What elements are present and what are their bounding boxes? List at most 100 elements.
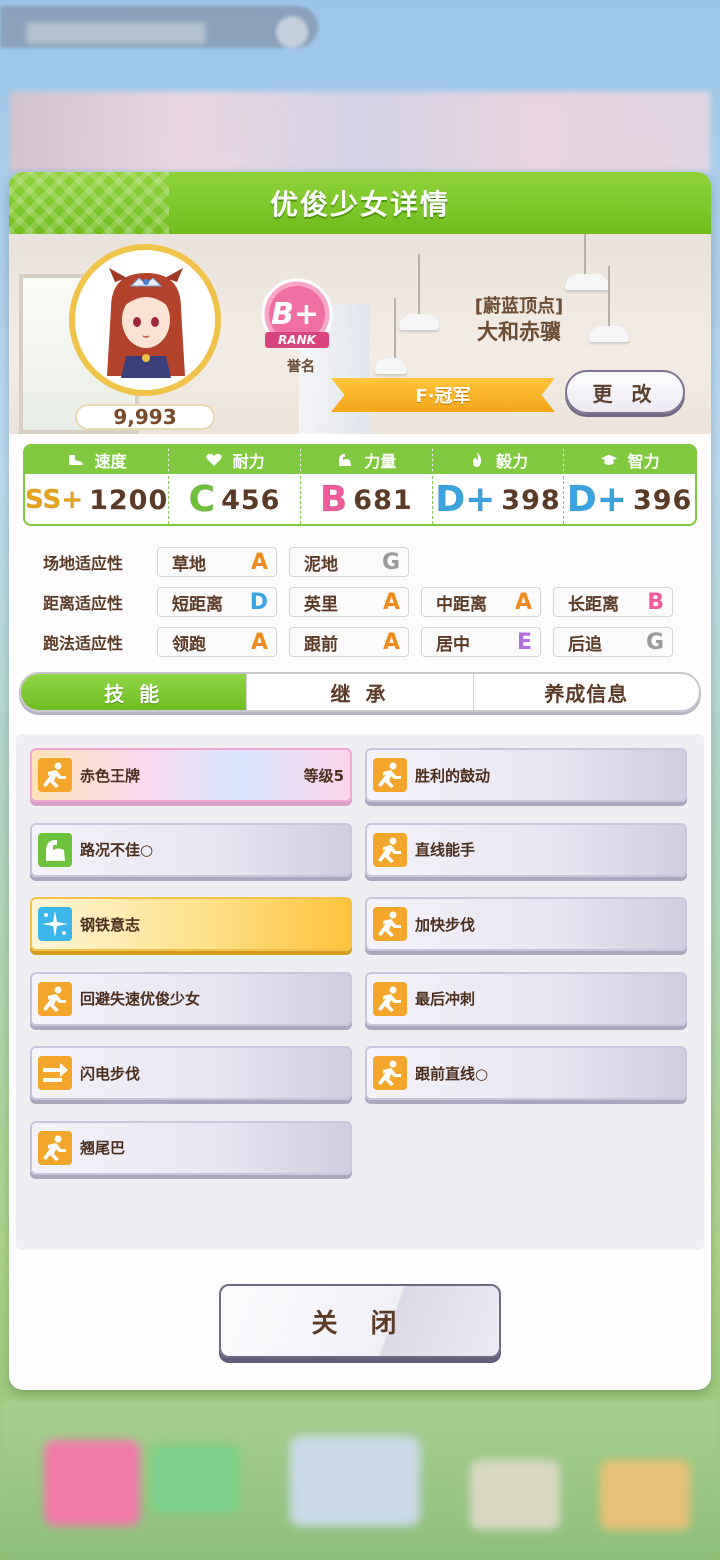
stat-header: 耐力 <box>169 446 300 474</box>
aptitude-name: 居中 <box>436 634 470 655</box>
evaluation-score: 9,993 <box>75 404 215 430</box>
ceiling-lamp <box>399 254 439 330</box>
aptitude-name: 英里 <box>304 594 338 615</box>
stat-column: 力量 B 681 <box>300 446 433 524</box>
aptitude-row: 距离适应性 短距离 D 英里 A 中距离 A 长距离 B <box>29 582 689 622</box>
aptitude-name: 长距离 <box>568 594 619 615</box>
runner-icon <box>373 981 407 1016</box>
ceiling-lamp <box>589 266 629 342</box>
skill-name: 最后冲刺 <box>415 990 476 1008</box>
background-header-bar <box>0 6 318 48</box>
skill-card[interactable]: 跟前直线○ <box>365 1046 687 1100</box>
skill-name: 闪电步伐 <box>80 1064 141 1083</box>
skill-name: 直线能手 <box>415 841 476 859</box>
aptitude-grade: A <box>250 549 268 575</box>
stat-label: 速度 <box>94 452 127 471</box>
stat-value: 456 <box>221 484 281 516</box>
aptitude-name: 后追 <box>568 634 602 655</box>
skill-card[interactable]: 胜利的鼓动 <box>365 748 687 802</box>
stat-grade: D+ <box>566 479 627 520</box>
stat-header: 毅力 <box>432 446 564 474</box>
background-character-strip <box>10 92 710 172</box>
stat-value: 396 <box>632 484 693 516</box>
aptitude-label: 场地适应性 <box>43 554 124 573</box>
aptitude-row: 场地适应性 草地 A 泥地 G <box>29 542 689 582</box>
skill-name: 加快步伐 <box>415 915 476 934</box>
skill-card[interactable]: 加快步伐 <box>365 897 687 951</box>
skill-card[interactable]: 赤色王牌 等级5 <box>30 748 352 802</box>
flame-icon <box>468 451 486 469</box>
character-name: 大和赤骥 <box>477 320 561 344</box>
close-button[interactable]: 关 闭 <box>219 1284 501 1358</box>
stat-column: 耐力 C 456 <box>169 446 301 524</box>
shoe-icon <box>67 451 85 469</box>
skill-card[interactable]: 钢铁意志 <box>30 897 352 951</box>
aptitude-cell: 泥地 G <box>289 547 409 577</box>
uma-details-dialog: 优俊少女详情 9,993 B+ RANK 誉名 [蔚蓝顶点] 大和赤骥 F·冠军… <box>9 172 711 1390</box>
stat-label: 耐力 <box>232 452 265 471</box>
stat-grade: SS+ <box>25 485 84 515</box>
aptitude-row: 跑法适应性 领跑 A 跟前 A 居中 E 后追 G <box>29 622 689 662</box>
runner-icon <box>38 981 72 1016</box>
skill-name: 跟前直线○ <box>415 1064 489 1083</box>
background-header-text <box>26 22 206 44</box>
ceiling-lamp <box>375 298 407 374</box>
character-avatar[interactable] <box>69 244 221 396</box>
skill-name: 路况不佳○ <box>80 841 154 859</box>
stat-grade: C <box>188 479 216 520</box>
stat-body: D+ 398 <box>433 474 564 524</box>
aptitude-table: 场地适应性 草地 A 泥地 G 距离适应性 短距离 D 英里 A 中距离 A 长距离 B 跑法适应性 领跑 A 跟… <box>29 542 689 662</box>
aptitude-cell: 跟前 A <box>289 627 409 657</box>
character-portrait <box>107 268 185 378</box>
stat-column: 毅力 D+ 398 <box>432 446 565 524</box>
runner-icon <box>38 1130 72 1165</box>
rank-label: RANK <box>278 333 318 347</box>
skill-card[interactable]: 直线能手 <box>365 822 687 877</box>
stat-header: 力量 <box>300 446 432 474</box>
aptitude-grade: A <box>514 589 532 615</box>
stat-body: SS+ 1200 <box>25 474 169 524</box>
dialog-header: 优俊少女详情 <box>9 172 711 234</box>
aptitude-grade: A <box>382 629 400 655</box>
grad-cap-icon <box>600 451 618 469</box>
stat-value: 1200 <box>89 484 169 516</box>
background-info-icon <box>276 16 308 48</box>
change-title-button[interactable]: 更 改 <box>565 370 685 414</box>
aptitude-cell: 后追 G <box>553 627 673 657</box>
ceiling-lamp <box>565 234 609 290</box>
stat-label: 毅力 <box>495 452 528 471</box>
skill-card[interactable]: 闪电步伐 <box>30 1046 352 1100</box>
runner-icon <box>373 1056 407 1090</box>
stat-grade: B <box>319 479 348 520</box>
sparkle-icon <box>38 907 72 941</box>
background-bottom-nav <box>0 1400 720 1560</box>
stat-label: 力量 <box>364 452 397 471</box>
tab-training-info[interactable]: 养成信息 <box>474 674 699 710</box>
stat-label: 智力 <box>627 452 660 471</box>
stat-body: B 681 <box>301 474 432 524</box>
tab-inheritance[interactable]: 继 承 <box>247 674 474 710</box>
aptitude-label: 距离适应性 <box>43 594 124 613</box>
aptitude-grade: A <box>382 589 400 615</box>
rank-badge-icon: B+ RANK <box>261 278 333 350</box>
title-banner: F·冠军 <box>331 378 555 412</box>
skill-level: 等级5 <box>303 766 344 785</box>
aptitude-cell: 中距离 A <box>421 587 541 617</box>
runner-icon <box>373 832 407 867</box>
aptitude-grade: E <box>516 629 532 655</box>
skill-card[interactable]: 最后冲刺 <box>365 971 687 1026</box>
rank-caption: 誉名 <box>287 359 315 375</box>
tab-skills[interactable]: 技 能 <box>21 674 248 710</box>
skill-card[interactable]: 路况不佳○ <box>30 822 352 877</box>
aptitude-cell: 领跑 A <box>157 627 277 657</box>
skill-card[interactable]: 回避失速优俊少女 <box>30 971 352 1026</box>
stat-value: 398 <box>501 484 561 516</box>
skill-card[interactable]: 翘尾巴 <box>30 1120 352 1175</box>
aptitude-name: 短距离 <box>172 594 223 615</box>
aptitude-grade: B <box>647 589 664 615</box>
aptitude-cell: 短距离 D <box>157 587 277 617</box>
runner-icon <box>373 758 407 792</box>
aptitude-name: 中距离 <box>436 594 487 615</box>
stat-header: 速度 <box>25 446 169 474</box>
aptitude-grade: A <box>250 629 268 655</box>
